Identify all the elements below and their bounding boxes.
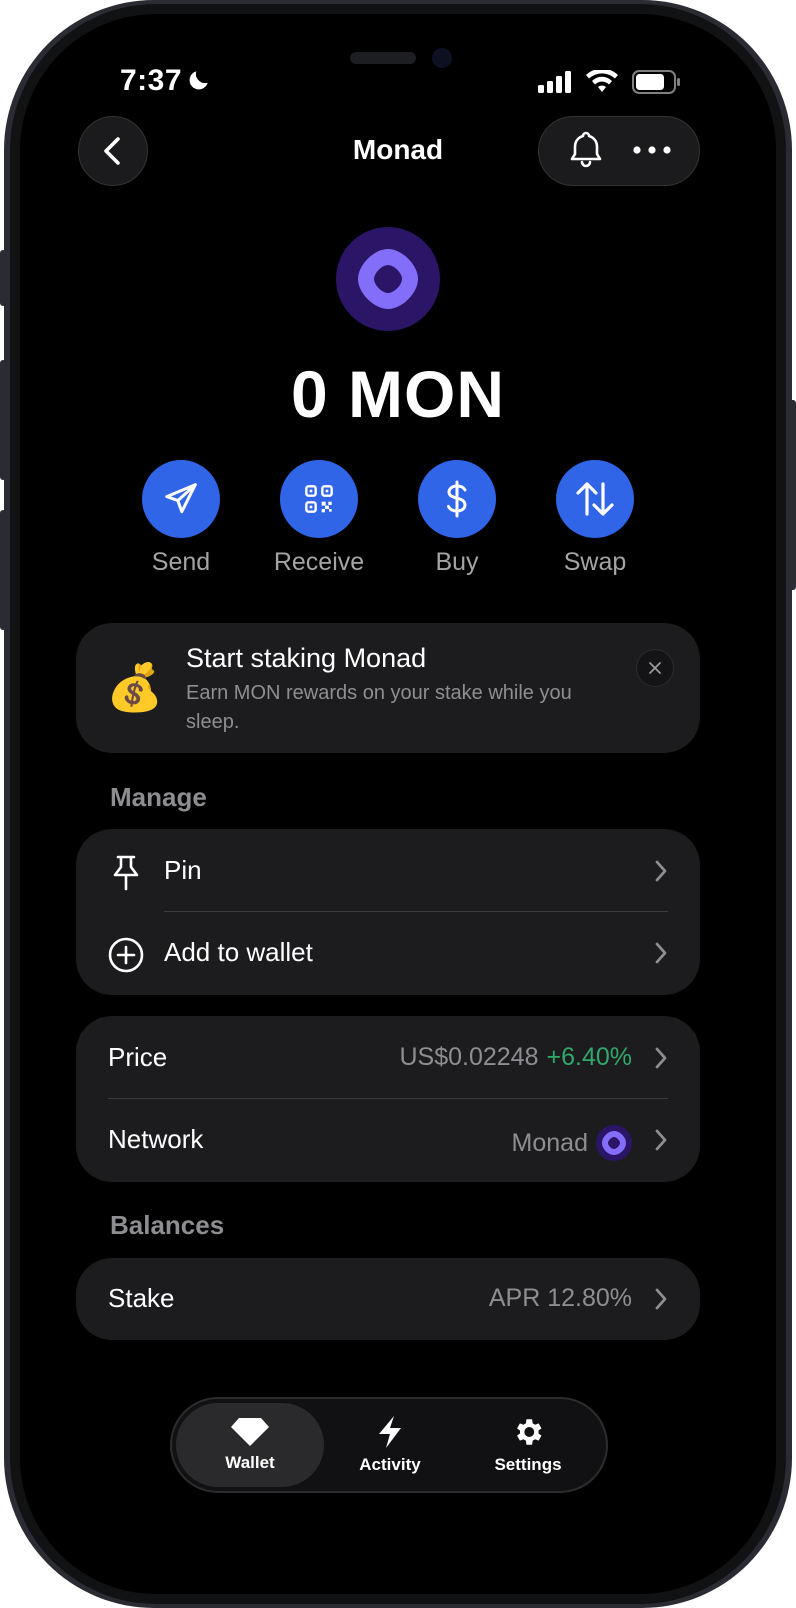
swap-button-circle <box>556 460 634 538</box>
price-row[interactable]: Price US$0.02248 +6.40% <box>76 1016 700 1100</box>
promo-description: Earn MON rewards on your stake while you… <box>186 682 572 733</box>
monad-network-icon <box>596 1125 632 1161</box>
tab-bar: Wallet Activity Settings <box>170 1397 608 1493</box>
receive-button[interactable]: Receive <box>259 460 379 577</box>
pin-label: Pin <box>164 855 202 885</box>
status-time: 7:37 <box>120 64 183 97</box>
tab-settings[interactable]: Settings <box>454 1403 602 1487</box>
volume-down-button <box>0 510 6 630</box>
buy-button-circle <box>418 460 496 538</box>
add-to-wallet-label: Add to wallet <box>164 937 313 967</box>
swap-button[interactable]: Swap <box>535 460 655 577</box>
monad-logo-icon <box>358 249 418 309</box>
more-options-button[interactable] <box>632 142 672 160</box>
stake-apr-value: APR 12.80% <box>488 1284 632 1312</box>
qr-code-icon <box>305 485 333 513</box>
receive-button-circle <box>280 460 358 538</box>
dynamic-island <box>350 52 416 64</box>
bell-icon <box>570 131 601 167</box>
buy-button[interactable]: Buy <box>397 460 517 577</box>
swap-arrows-icon <box>576 482 614 516</box>
tab-wallet[interactable]: Wallet <box>176 1403 324 1487</box>
moon-icon <box>189 71 208 90</box>
send-button[interactable]: Send <box>121 460 241 577</box>
money-bag-icon: 💰 <box>106 661 164 713</box>
cellular-signal-icon <box>538 71 571 93</box>
action-button <box>0 250 6 306</box>
network-label: Network <box>108 1124 204 1154</box>
tab-activity-label: Activity <box>359 1455 421 1474</box>
asset-balance: 0 MON <box>290 357 506 431</box>
header-actions <box>538 116 700 186</box>
stake-label: Stake <box>108 1283 175 1313</box>
info-card: Price US$0.02248 +6.40% Network Monad <box>76 1016 700 1182</box>
balances-card: Stake APR 12.80% <box>76 1258 700 1340</box>
pin-icon <box>113 855 139 891</box>
stake-apr: APR 12.80% <box>489 1284 632 1313</box>
chevron-right-icon <box>655 860 667 882</box>
gem-icon <box>231 1418 269 1446</box>
price-change: +6.40% <box>546 1043 633 1071</box>
buy-label: Buy <box>435 548 479 576</box>
tab-wallet-label: Wallet <box>225 1453 275 1472</box>
notifications-button[interactable] <box>567 129 605 174</box>
swap-label: Swap <box>563 548 627 576</box>
dollar-icon <box>447 480 467 518</box>
balances-section-label: Balances <box>110 1210 225 1240</box>
power-button <box>788 400 796 590</box>
price-label: Price <box>108 1042 168 1072</box>
manage-section-label: Manage <box>110 782 207 812</box>
price-value: US$0.02248 <box>399 1043 539 1071</box>
chevron-right-icon <box>655 1047 667 1069</box>
gear-icon <box>517 1419 542 1445</box>
front-camera <box>432 48 452 68</box>
add-to-wallet-row[interactable]: Add to wallet <box>76 911 700 995</box>
receive-label: Receive <box>273 548 365 576</box>
plus-circle-icon <box>108 937 144 973</box>
chevron-right-icon <box>655 942 667 964</box>
stake-row[interactable]: Stake APR 12.80% <box>76 1258 700 1342</box>
promo-title: Start staking Monad <box>186 643 427 673</box>
lightning-icon <box>379 1416 401 1448</box>
status-icons <box>538 70 682 94</box>
screen: 7:37 Monad 0 MON Send Receive Buy Swap 💰… <box>20 14 776 1594</box>
chevron-right-icon <box>655 1288 667 1310</box>
staking-promo-card[interactable]: 💰 Start staking Monad Earn MON rewards o… <box>76 623 700 753</box>
monad-logo <box>336 227 440 331</box>
tab-settings-label: Settings <box>494 1455 562 1474</box>
network-value: Monad <box>511 1128 588 1157</box>
pin-row[interactable]: Pin <box>76 829 700 913</box>
network-value-group: Monad <box>512 1125 632 1161</box>
send-button-circle <box>142 460 220 538</box>
chevron-right-icon <box>655 1129 667 1151</box>
price-value-group: US$0.02248 +6.40% <box>399 1043 632 1072</box>
wifi-icon <box>586 70 618 92</box>
manage-card: Pin Add to wallet <box>76 829 700 995</box>
tab-activity[interactable]: Activity <box>316 1403 464 1487</box>
battery-icon <box>632 70 680 94</box>
send-icon <box>165 483 197 514</box>
ellipsis-icon <box>632 146 671 154</box>
volume-up-button <box>0 360 6 480</box>
close-icon <box>649 662 661 674</box>
send-label: Send <box>151 548 211 576</box>
network-row[interactable]: Network Monad <box>76 1098 700 1182</box>
promo-close-button[interactable] <box>636 649 674 687</box>
